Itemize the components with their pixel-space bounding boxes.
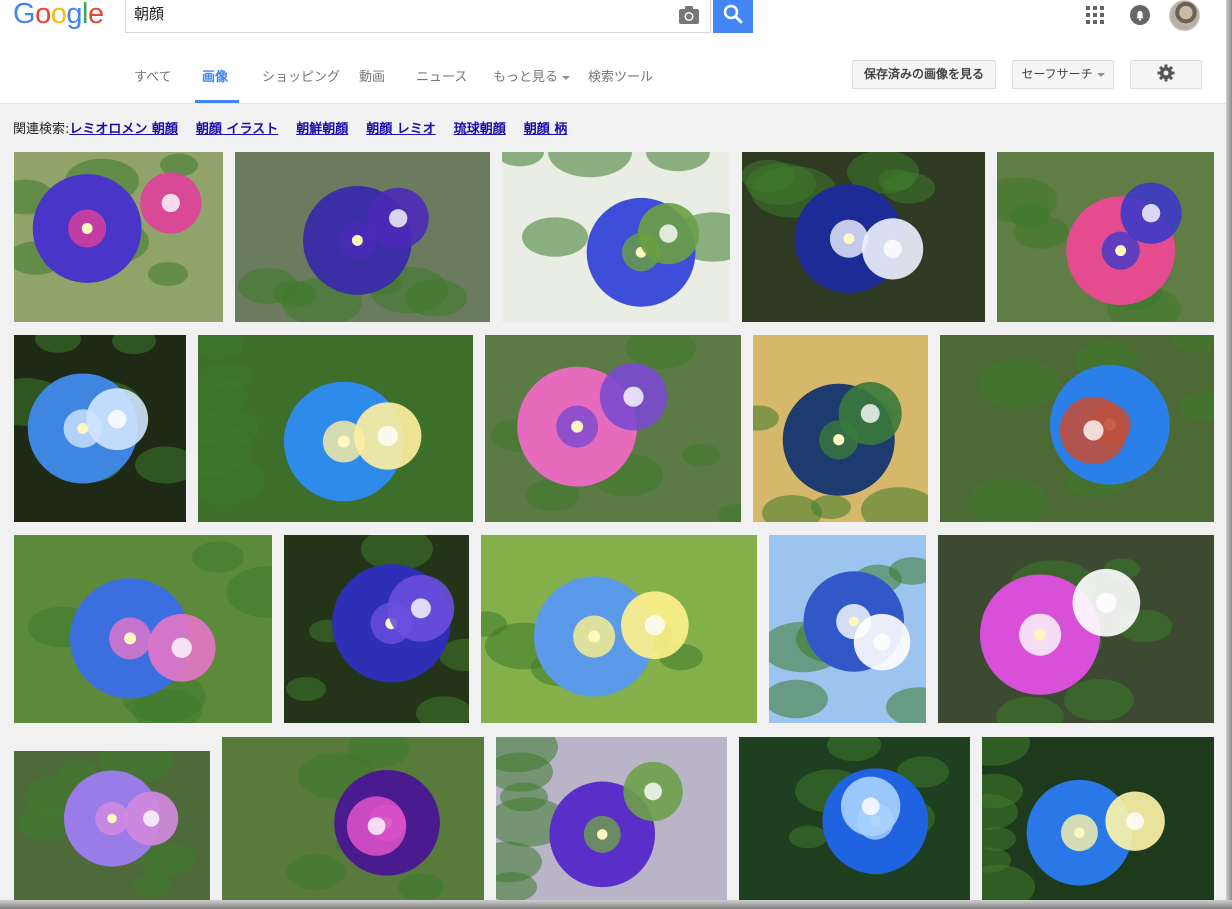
logo-letter: o bbox=[35, 0, 51, 30]
nav-bar: すべて 画像 ショッピング 動画 ニュース もっと見る 検索ツール 保存済みの画… bbox=[0, 44, 1232, 104]
flower-photo bbox=[14, 751, 210, 901]
image-thumbnail[interactable] bbox=[222, 737, 484, 902]
flower-photo bbox=[753, 335, 928, 522]
image-thumbnail[interactable] bbox=[485, 335, 741, 522]
related-link[interactable]: 朝顔 柄 bbox=[524, 122, 568, 137]
search-icon bbox=[723, 4, 743, 24]
tab-shopping[interactable]: ショッピング bbox=[262, 66, 340, 85]
page: Google 朝顔 すべて 画像 ショッピング 動画 ニュース もっと見る 検索… bbox=[0, 0, 1232, 909]
tab-videos[interactable]: 動画 bbox=[359, 66, 385, 85]
related-link[interactable]: レミオロメン 朝顔 bbox=[69, 122, 178, 137]
logo-letter: e bbox=[87, 0, 104, 30]
camera-icon[interactable] bbox=[677, 4, 701, 26]
related-link[interactable]: 朝顔 レミオ bbox=[366, 122, 436, 137]
window-edge bbox=[1226, 0, 1232, 909]
window-edge bbox=[0, 900, 1232, 909]
saved-images-button[interactable]: 保存済みの画像を見る bbox=[852, 60, 996, 89]
logo-letter: G bbox=[13, 0, 36, 30]
image-thumbnail[interactable] bbox=[938, 535, 1214, 723]
image-thumbnail[interactable] bbox=[769, 535, 926, 723]
image-thumbnail[interactable] bbox=[502, 152, 730, 322]
flower-photo bbox=[982, 737, 1214, 902]
logo-letter: o bbox=[50, 0, 67, 30]
notifications-icon[interactable] bbox=[1130, 5, 1150, 25]
flower-photo bbox=[739, 737, 970, 902]
related-link[interactable]: 琉球朝顔 bbox=[454, 122, 506, 137]
tab-more[interactable]: もっと見る bbox=[493, 66, 571, 85]
tab-search-tools[interactable]: 検索ツール bbox=[588, 66, 653, 85]
related-link[interactable]: 朝鮮朝顔 bbox=[296, 122, 348, 137]
tab-images[interactable]: 画像 bbox=[202, 66, 228, 85]
flower-photo bbox=[14, 152, 223, 322]
google-logo[interactable]: Google bbox=[13, 0, 104, 31]
search-input[interactable] bbox=[134, 2, 654, 24]
flower-photo bbox=[485, 335, 741, 522]
flower-photo bbox=[284, 535, 469, 723]
safesearch-label: セーフサーチ bbox=[1021, 67, 1093, 81]
image-thumbnail[interactable] bbox=[284, 535, 469, 723]
image-thumbnail[interactable] bbox=[14, 335, 186, 522]
related-searches: 関連検索:レミオロメン 朝顔 朝顔 イラスト 朝鮮朝顔 朝顔 レミオ 琉球朝顔 朝顔 柄 bbox=[13, 118, 585, 137]
image-thumbnail[interactable] bbox=[739, 737, 970, 902]
apps-icon[interactable] bbox=[1086, 6, 1104, 24]
header: Google bbox=[0, 0, 1232, 44]
search-button[interactable] bbox=[713, 0, 753, 33]
image-thumbnail[interactable] bbox=[14, 535, 272, 723]
flower-photo bbox=[938, 535, 1214, 723]
active-tab-indicator bbox=[195, 100, 239, 103]
flower-photo bbox=[481, 535, 757, 723]
settings-icon bbox=[1157, 64, 1175, 82]
flower-photo bbox=[502, 152, 730, 322]
settings-button[interactable] bbox=[1130, 60, 1202, 89]
image-thumbnail[interactable] bbox=[14, 152, 223, 322]
image-thumbnail[interactable] bbox=[997, 152, 1214, 322]
avatar[interactable] bbox=[1169, 0, 1200, 31]
flower-photo bbox=[496, 737, 727, 902]
tab-news[interactable]: ニュース bbox=[416, 66, 467, 85]
image-thumbnail[interactable] bbox=[198, 335, 473, 522]
flower-photo bbox=[997, 152, 1214, 322]
safesearch-button[interactable]: セーフサーチ bbox=[1012, 60, 1114, 89]
image-thumbnail[interactable] bbox=[14, 751, 210, 901]
flower-photo bbox=[14, 335, 186, 522]
search-box bbox=[125, 0, 711, 33]
tab-all[interactable]: すべて bbox=[134, 66, 172, 85]
logo-letter: g bbox=[66, 0, 82, 30]
caret-down-icon bbox=[562, 75, 571, 80]
image-thumbnail[interactable] bbox=[753, 335, 928, 522]
related-link[interactable]: 朝顔 イラスト bbox=[196, 122, 278, 137]
flower-photo bbox=[769, 535, 926, 723]
image-thumbnail[interactable] bbox=[235, 152, 490, 322]
caret-down-icon bbox=[1096, 72, 1105, 77]
flower-photo bbox=[198, 335, 473, 522]
flower-photo bbox=[235, 152, 490, 322]
flower-photo bbox=[14, 535, 272, 723]
tab-more-label: もっと見る bbox=[493, 70, 559, 85]
image-thumbnail[interactable] bbox=[742, 152, 985, 322]
image-thumbnail[interactable] bbox=[481, 535, 757, 723]
related-searches-label: 関連検索: bbox=[13, 122, 70, 137]
flower-photo bbox=[940, 335, 1214, 522]
image-thumbnail[interactable] bbox=[982, 737, 1214, 902]
flower-photo bbox=[222, 737, 484, 902]
image-thumbnail[interactable] bbox=[496, 737, 727, 902]
image-thumbnail[interactable] bbox=[940, 335, 1214, 522]
flower-photo bbox=[742, 152, 985, 322]
